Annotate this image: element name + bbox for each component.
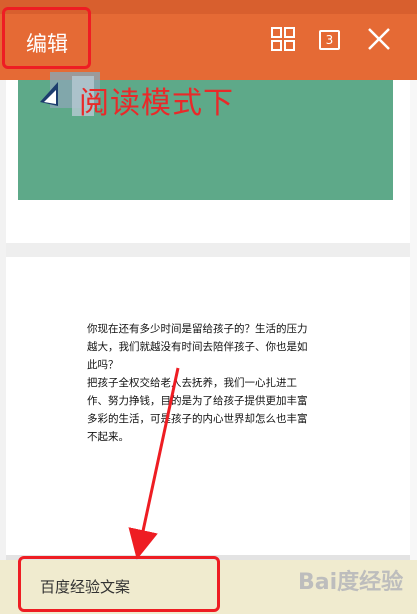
arrow-annotation (128, 367, 180, 560)
